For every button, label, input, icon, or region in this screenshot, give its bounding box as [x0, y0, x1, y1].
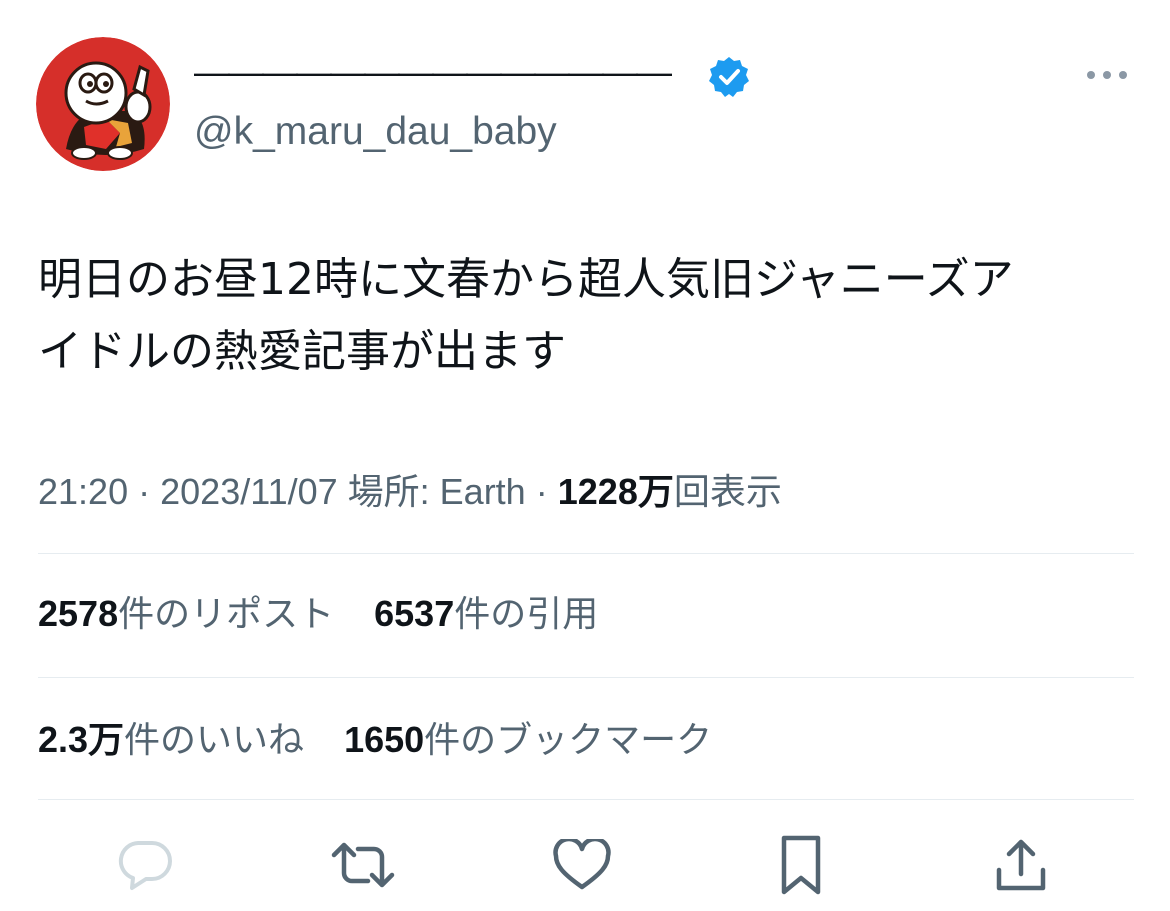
- user-handle[interactable]: @k_maru_dau_baby: [194, 106, 557, 158]
- repost-icon: [331, 842, 395, 888]
- avatar-image: [36, 37, 170, 171]
- more-dots-icon: [1087, 71, 1127, 79]
- more-button[interactable]: [1083, 64, 1131, 86]
- repost-button[interactable]: [328, 830, 398, 900]
- display-name[interactable]: ——————————————: [194, 42, 672, 102]
- share-icon: [996, 839, 1046, 891]
- likes-label: 件のいいね: [124, 719, 305, 760]
- meta-separator-2: ·: [535, 471, 548, 512]
- likes-count: 2.3万: [38, 719, 125, 760]
- views-label: 回表示: [673, 471, 782, 512]
- share-button[interactable]: [986, 830, 1056, 900]
- divider: [38, 799, 1134, 800]
- bookmarks-count: 1650: [344, 719, 425, 760]
- likes-stat[interactable]: 2.3万件のいいね: [38, 714, 304, 766]
- reply-button[interactable]: [110, 830, 180, 900]
- reply-icon: [118, 841, 172, 890]
- tweet-text-line-1: 明日のお昼12時に文春から超人気旧ジャニーズア: [38, 254, 1014, 305]
- bookmarks-stat[interactable]: 1650件のブックマーク: [344, 714, 712, 766]
- tweet-date[interactable]: 2023/11/07: [160, 471, 338, 512]
- avatar[interactable]: [36, 37, 170, 171]
- bookmark-icon: [781, 835, 821, 895]
- tweet-meta: 21:20 · 2023/11/07 場所: Earth · 1228万回表示: [38, 466, 782, 518]
- tweet-time[interactable]: 21:20: [38, 471, 128, 512]
- reposts-stat[interactable]: 2578件のリポスト: [38, 588, 334, 640]
- quotes-stat[interactable]: 6537件の引用: [374, 588, 598, 640]
- tweet-text-line-2: イドルの熱愛記事が出ます: [38, 326, 566, 377]
- action-bar: [0, 830, 1170, 900]
- divider: [38, 553, 1134, 554]
- bookmark-button[interactable]: [766, 830, 836, 900]
- reposts-count: 2578: [38, 593, 119, 634]
- stats-row-likes: 2.3万件のいいね 1650件のブックマーク: [38, 714, 742, 766]
- stats-row-reposts: 2578件のリポスト 6537件の引用: [38, 588, 628, 640]
- heart-icon: [553, 839, 611, 890]
- divider: [38, 677, 1134, 678]
- quotes-count: 6537: [374, 593, 455, 634]
- views-count: 1228万: [557, 471, 674, 512]
- quotes-label: 件の引用: [454, 593, 599, 634]
- verified-badge-icon: [709, 57, 749, 97]
- reposts-label: 件のリポスト: [118, 593, 335, 634]
- like-button[interactable]: [547, 830, 617, 900]
- meta-separator-1: ·: [138, 471, 151, 512]
- tweet-text: 明日のお昼12時に文春から超人気旧ジャニーズア イドルの熱愛記事が出ます: [38, 244, 1138, 388]
- bookmarks-label: 件のブックマーク: [424, 719, 713, 760]
- tweet-location: 場所: Earth: [347, 471, 526, 512]
